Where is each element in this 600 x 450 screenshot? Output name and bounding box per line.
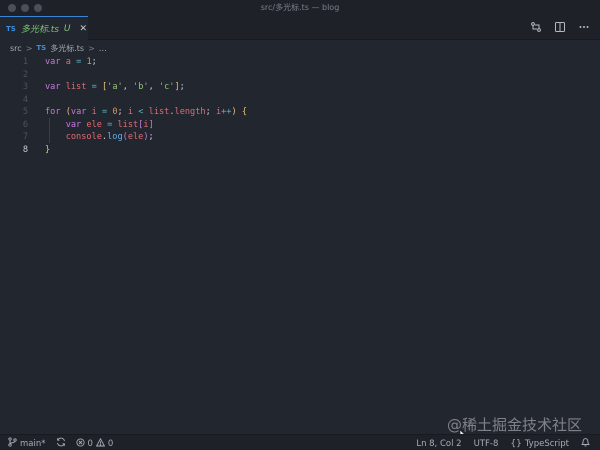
code-token: ; <box>205 107 216 117</box>
title-bar: src/多光标.ts — blog <box>0 0 600 16</box>
code-line[interactable]: 1 var a = 1; <box>0 56 600 69</box>
line-number: 5 <box>22 107 28 117</box>
code-token: ele <box>127 132 144 142</box>
code-line[interactable]: 7 console.log(ele); <box>0 131 600 144</box>
code-token: 'b' <box>133 82 149 92</box>
code-line[interactable]: 4 <box>0 94 600 107</box>
code-line[interactable]: 2 <box>0 69 600 82</box>
language-mode: TypeScript <box>524 438 569 449</box>
code-token: ] <box>148 119 154 130</box>
code-editor[interactable]: 1 var a = 1; 2 3 var list = ['a', 'b', 'c'];… <box>0 56 600 434</box>
code-token: } <box>45 144 51 155</box>
typescript-file-icon: TS <box>6 24 16 33</box>
code-token: var <box>45 82 66 92</box>
code-line[interactable]: 8} <box>0 144 600 157</box>
compare-changes-icon[interactable] <box>530 21 542 33</box>
breadcrumb: src > TS 多光标.ts > … <box>0 40 600 56</box>
code-token: { <box>241 107 248 117</box>
code-text: var a = 1; <box>45 56 97 69</box>
code-text: } <box>45 144 50 157</box>
code-text: for (var i = 0; i < list.length; i++) { <box>45 106 247 119</box>
more-actions-icon[interactable] <box>578 21 590 33</box>
chevron-right-icon: > <box>88 43 95 53</box>
code-token: 'c' <box>158 82 175 92</box>
line-number: 3 <box>22 82 28 92</box>
editor-tab[interactable]: TS 多光标.ts U ✕ <box>0 16 88 40</box>
encoding-selector[interactable]: UTF-8 <box>474 439 499 449</box>
code-token: for <box>45 107 66 117</box>
code-token: , <box>122 82 134 92</box>
code-text: var ele = list[i] <box>45 119 154 132</box>
breadcrumb-folder[interactable]: src <box>10 44 22 53</box>
code-line[interactable]: 3 var list = ['a', 'b', 'c']; <box>0 81 600 94</box>
code-token: log <box>107 132 123 142</box>
sync-button[interactable] <box>56 437 66 450</box>
line-number: 7 <box>22 132 28 142</box>
line-number: 2 <box>22 69 28 80</box>
code-line[interactable]: 5 for (var i = 0; i < list.length; i++) { <box>0 106 600 119</box>
code-token: ele <box>86 119 102 130</box>
tab-filename: 多光标.ts <box>20 25 59 35</box>
chevron-right-icon: > <box>25 43 33 53</box>
editor-actions <box>530 21 590 33</box>
window-title: src/多光标.ts — blog <box>260 3 340 12</box>
code-text: console.log(ele); <box>45 131 154 144</box>
code-token: ; <box>179 82 185 92</box>
untracked-badge: U <box>63 23 71 34</box>
code-token: ++ <box>221 107 232 117</box>
problems-indicator[interactable]: 0 0 <box>75 437 114 450</box>
error-icon <box>75 437 85 450</box>
breadcrumb-symbols[interactable]: … <box>99 44 107 53</box>
code-token: 'a' <box>107 82 123 92</box>
code-token: ; <box>117 107 128 117</box>
git-branch-icon <box>8 437 17 450</box>
code-token: ; <box>148 132 154 142</box>
code-text: var list = ['a', 'b', 'c']; <box>45 81 185 94</box>
warning-count: 0 <box>107 438 114 449</box>
code-token: var <box>45 57 66 67</box>
language-mode-selector[interactable]: {} TypeScript <box>510 439 569 449</box>
code-token: list <box>65 82 87 92</box>
warning-icon <box>95 437 106 450</box>
sync-icon <box>56 437 66 450</box>
code-token: list <box>117 119 139 130</box>
notifications-button[interactable] <box>581 437 590 450</box>
code-token: console <box>65 132 102 142</box>
line-number: 4 <box>22 94 28 105</box>
branch-indicator[interactable]: main* <box>8 437 46 450</box>
status-bar: main* 0 0 Ln 8, Col 2 UTF-8 {} TypeScrip… <box>0 434 600 450</box>
code-line[interactable]: 6 var ele = list[i] <box>0 119 600 132</box>
code-token: var <box>65 119 87 130</box>
line-number: 8 <box>22 144 28 155</box>
code-token: length <box>174 107 206 117</box>
cursor-position[interactable]: Ln 8, Col 2 <box>416 439 461 449</box>
typescript-file-icon: TS <box>36 44 47 52</box>
branch-name: main* <box>20 438 46 449</box>
breadcrumb-file[interactable]: 多光标.ts <box>50 43 84 54</box>
code-token: ; <box>91 57 97 67</box>
tab-bar: TS 多光标.ts U ✕ <box>0 16 600 40</box>
code-token: list <box>148 107 170 117</box>
code-token: , <box>148 82 159 92</box>
line-number: 1 <box>22 57 28 67</box>
code-token: var <box>70 107 92 117</box>
close-tab-icon[interactable]: ✕ <box>80 24 88 34</box>
error-count: 0 <box>87 438 93 449</box>
line-number: 6 <box>22 119 28 130</box>
braces-icon: {} <box>510 438 522 449</box>
bell-icon <box>581 437 590 450</box>
split-editor-icon[interactable] <box>554 21 566 33</box>
